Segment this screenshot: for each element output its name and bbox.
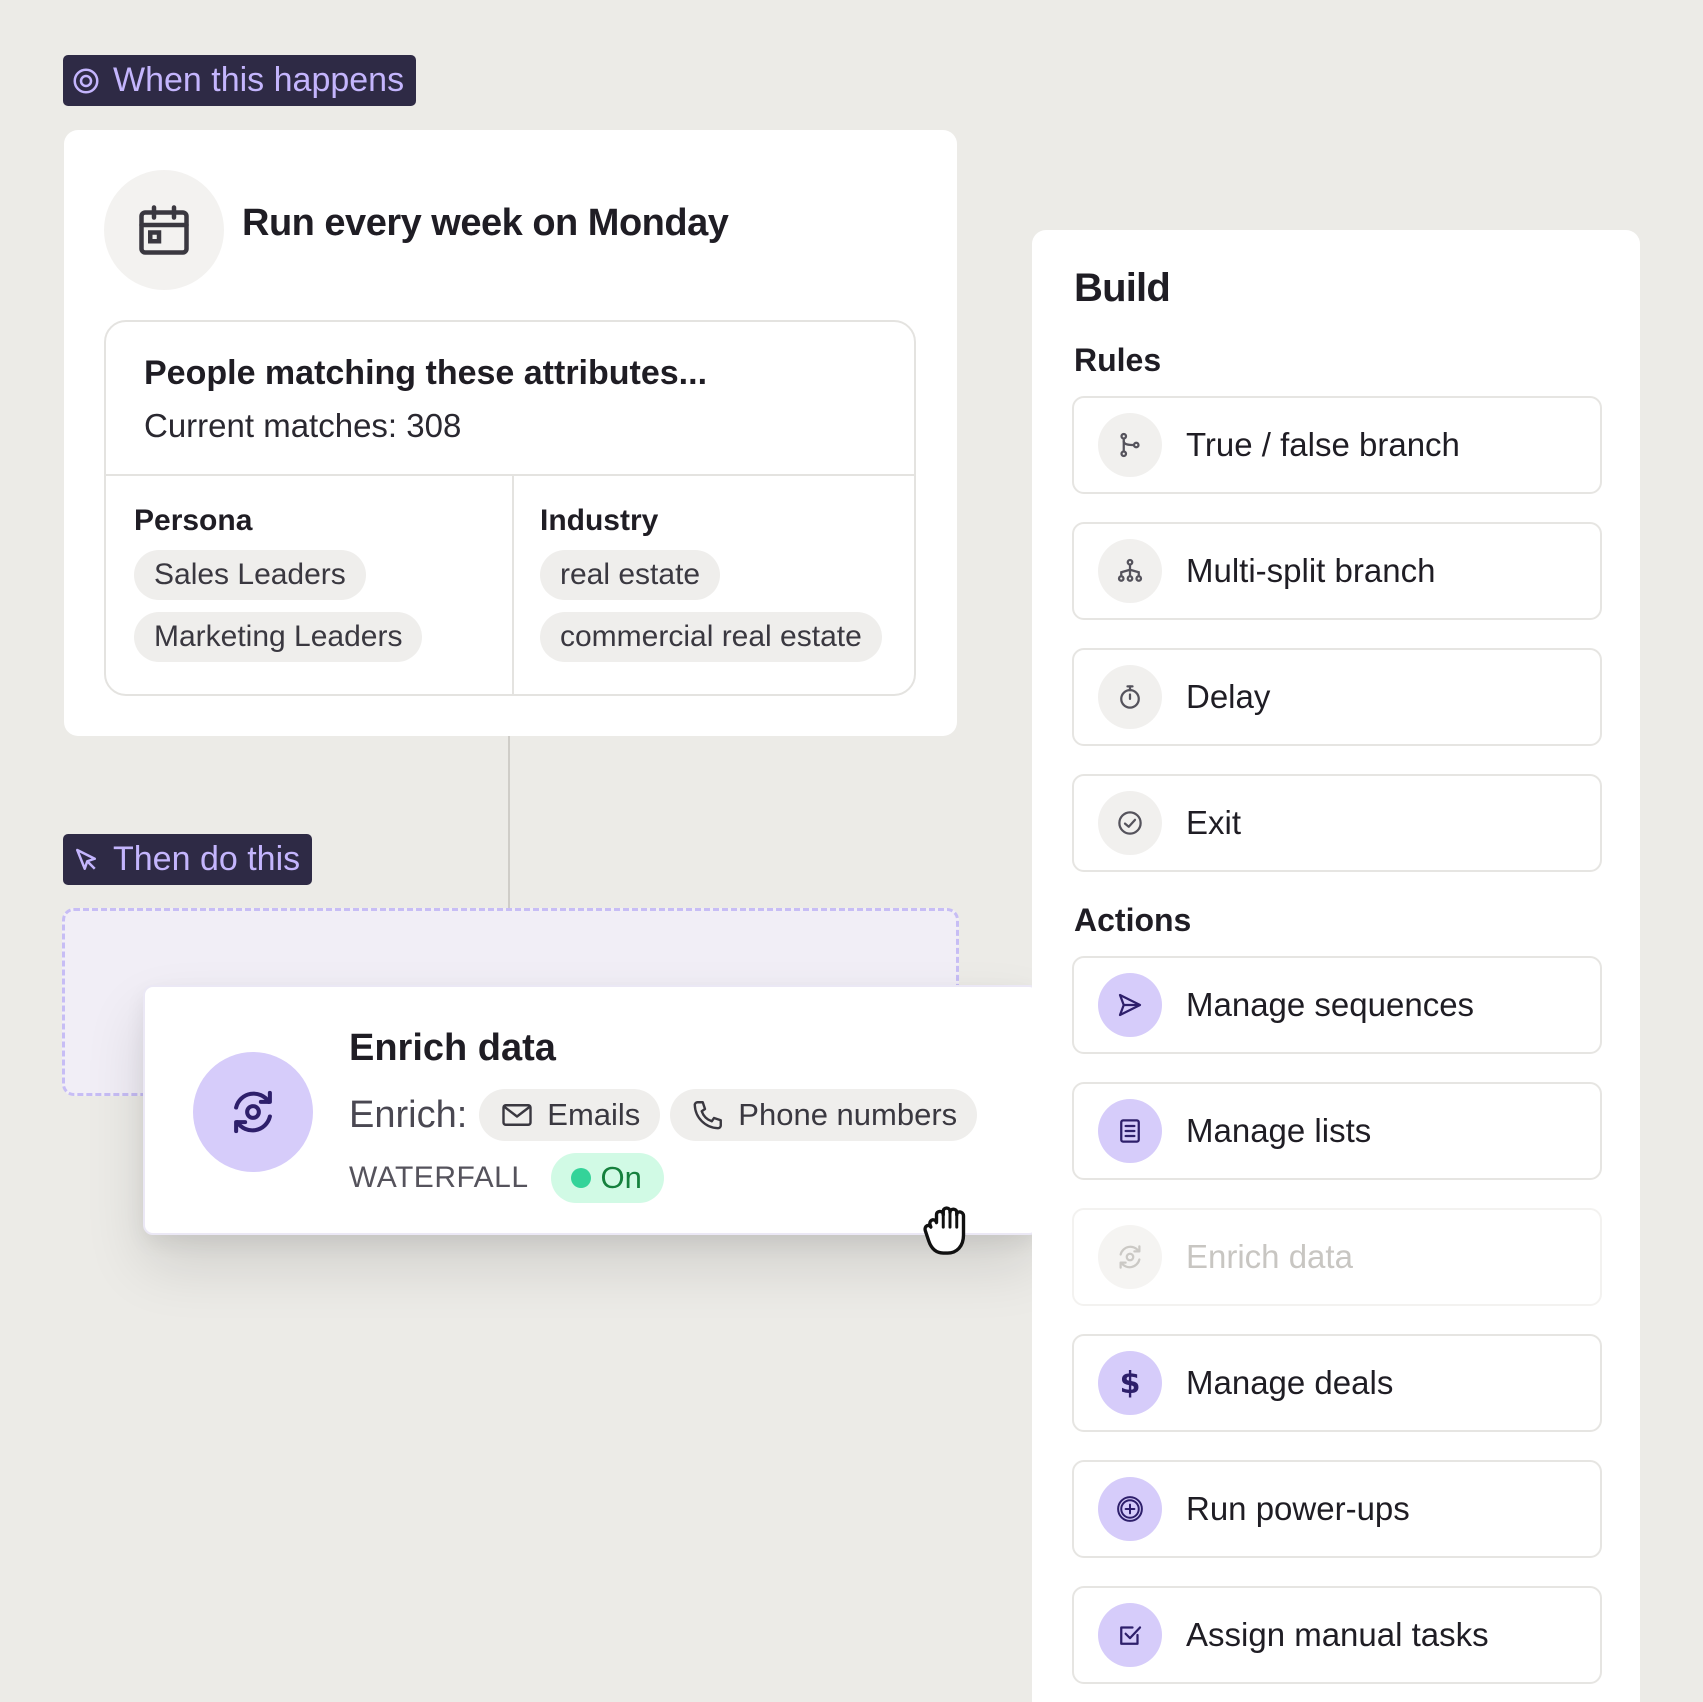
match-count: Current matches: 308 (144, 407, 462, 444)
industry-chip[interactable]: real estate (540, 550, 721, 600)
action-label: Assign manual tasks (1186, 1616, 1489, 1653)
plus-badge-icon (1117, 1496, 1143, 1522)
action-enrich-data-placeholder[interactable]: Enrich data (1072, 1208, 1602, 1306)
action-section-tag: Then do this (63, 834, 313, 885)
branch-icon (1120, 432, 1140, 458)
dollar-icon: $ (1119, 1365, 1141, 1401)
checkbox-icon (1120, 1626, 1142, 1645)
rule-label: True / false branch (1186, 426, 1460, 463)
waterfall-label: WATERFALL (349, 1161, 529, 1194)
build-panel: Build Rules True / false branch Multi-sp… (1032, 230, 1640, 1702)
industry-label: Industry (540, 504, 659, 537)
action-manage-sequences[interactable]: Manage sequences (1072, 956, 1602, 1054)
status-dot (570, 1168, 591, 1188)
stopwatch-icon (1120, 685, 1140, 709)
industry-chip[interactable]: commercial real estate (540, 612, 882, 662)
rule-label: Exit (1186, 804, 1242, 841)
action-label: Run power-ups (1186, 1490, 1410, 1527)
enrich-card-title: Enrich data (349, 1027, 556, 1069)
action-run-power-ups[interactable]: Run power-ups (1072, 1460, 1602, 1558)
cursor-arrow-icon (76, 848, 96, 870)
multi-split-icon (1117, 558, 1143, 582)
enrich-label: Enrich: (349, 1093, 468, 1136)
mail-icon (502, 1104, 532, 1126)
divider (512, 474, 514, 694)
action-label: Manage deals (1186, 1364, 1394, 1401)
action-tag-label: Then do this (113, 840, 301, 878)
match-title: People matching these attributes... (144, 354, 708, 392)
rule-true-false-branch[interactable]: True / false branch (1072, 396, 1602, 494)
refresh-target-icon (1119, 1245, 1141, 1269)
rule-label: Delay (1186, 678, 1271, 715)
send-icon (1118, 993, 1142, 1017)
rule-multi-split-branch[interactable]: Multi-split branch (1072, 522, 1602, 620)
rule-exit[interactable]: Exit (1072, 774, 1602, 872)
action-manage-lists[interactable]: Manage lists (1072, 1082, 1602, 1180)
enrich-data-card-dragging[interactable]: Enrich data Enrich: Emails Phone numbers… (143, 985, 1039, 1235)
flow-connector (508, 736, 510, 908)
check-circle-icon (1118, 811, 1142, 835)
action-label: Manage sequences (1186, 986, 1475, 1023)
trigger-title: Run every week on Monday (242, 202, 729, 244)
rule-label: Multi-split branch (1186, 552, 1436, 589)
grab-cursor-icon (923, 1206, 966, 1255)
phone-numbers-label: Phone numbers (738, 1097, 958, 1132)
refresh-target-icon (234, 1090, 272, 1134)
trigger-section-tag: When this happens (63, 55, 417, 106)
persona-column: Persona Sales Leaders Marketing Leaders (134, 474, 423, 662)
waterfall-status-badge[interactable]: On (550, 1153, 664, 1203)
actions-section-label: Actions (1074, 902, 1192, 938)
action-assign-manual-tasks[interactable]: Assign manual tasks (1072, 1586, 1602, 1684)
emails-pill[interactable]: Emails (479, 1089, 661, 1141)
action-label: Manage lists (1186, 1112, 1372, 1149)
phone-numbers-pill[interactable]: Phone numbers (670, 1089, 978, 1141)
action-manage-deals[interactable]: $ Manage deals (1072, 1334, 1602, 1432)
calendar-icon-circle (104, 170, 224, 290)
calendar-icon (139, 205, 189, 255)
persona-label: Persona (134, 504, 253, 537)
enrich-icon-circle (193, 1052, 313, 1172)
phone-icon (693, 1101, 723, 1130)
action-label: Enrich data (1186, 1238, 1353, 1275)
persona-chip[interactable]: Sales Leaders (134, 550, 366, 600)
status-label: On (600, 1160, 642, 1195)
list-icon (1120, 1119, 1140, 1143)
rule-delay[interactable]: Delay (1072, 648, 1602, 746)
panel-title: Build (1074, 266, 1171, 310)
attribute-match-box[interactable]: People matching these attributes... Curr… (104, 320, 916, 696)
emails-label: Emails (547, 1097, 641, 1132)
target-icon (73, 68, 99, 93)
rules-section-label: Rules (1074, 342, 1162, 378)
trigger-card[interactable]: Run every week on Monday People matching… (64, 130, 957, 736)
industry-column: Industry real estate commercial real est… (540, 474, 882, 662)
trigger-tag-label: When this happens (113, 61, 405, 99)
persona-chip[interactable]: Marketing Leaders (134, 612, 423, 662)
